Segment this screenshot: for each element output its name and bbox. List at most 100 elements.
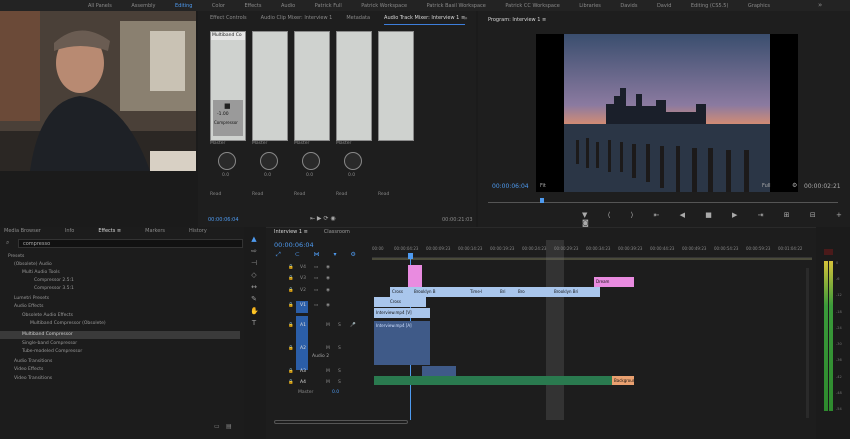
quality-select[interactable]: Full [762,183,771,189]
workspace-tab-editing[interactable]: Editing [175,3,192,9]
track-select-tool-icon[interactable]: ⇨ [250,248,258,255]
tab-markers[interactable]: Markers [145,228,165,237]
track-header-v1[interactable]: V1 🔒 ▭ ◉ [266,301,371,313]
razor-tool-icon[interactable]: ◇ [250,272,258,279]
route-select-2[interactable]: Master [252,141,267,146]
sync-icon[interactable]: ▭ [314,288,318,293]
automation-mode-4[interactable]: Read [336,192,347,197]
eye-icon[interactable]: ◉ [326,288,330,293]
insert-slot[interactable]: Multiband Co [211,32,245,40]
list-item[interactable]: Compressor 2.5:1 [0,277,240,285]
lock-icon[interactable]: 🔒 [288,276,294,281]
selection-tool-icon[interactable]: ▲ [250,236,258,243]
list-item[interactable]: (Obsolete) Audio [0,261,240,269]
tab-interview-1[interactable]: Interview 1 ≡ [274,229,308,235]
sync-icon[interactable]: ▭ [314,303,318,308]
automation-mode-1[interactable]: Read [210,192,221,197]
timeline-clip[interactable] [530,287,552,297]
list-item[interactable]: Single-band Compressor [0,340,240,348]
tab-media-browser[interactable]: Media Browser [4,228,41,237]
panel-overflow-icon[interactable]: » [464,15,468,22]
tab-effects[interactable]: Effects ≡ [98,228,121,237]
workspace-tab-audio[interactable]: Audio [281,3,295,9]
slip-tool-icon[interactable]: ↔ [250,284,258,291]
workspace-tab-effects[interactable]: Effects [244,3,261,9]
lock-icon[interactable]: 🔒 [288,346,294,351]
program-viewer[interactable] [536,34,798,192]
workspace-tab-libraries[interactable]: Libraries [579,3,601,9]
list-item[interactable]: Compressor 3.5:1 [0,285,240,293]
type-tool-icon[interactable]: T [250,320,258,327]
list-item[interactable]: Multiband Compressor (Obsolete) [0,320,240,328]
new-folder-icon[interactable]: ▭ [214,423,220,430]
mute-button[interactable]: M [326,323,330,328]
pan-knob-3[interactable] [302,152,320,170]
timeline-clip[interactable]: Background [612,376,634,385]
pan-knob-4[interactable] [344,152,362,170]
timeline-options-icons[interactable]: ⤢ ⊂ ⋈ ▾ ⚙ [276,251,362,259]
workspace-tab-all-panels[interactable]: All Panels [88,3,112,9]
list-item[interactable]: Presets [0,253,240,261]
mixer-strip-4[interactable] [336,31,372,141]
trash-icon[interactable]: ▤ [226,423,232,430]
wrench-icon[interactable]: ⚙ [792,182,797,189]
timeline-clip[interactable]: Cross [390,287,412,297]
mute-button[interactable]: M [326,369,330,374]
tab-audio-clip-mixer[interactable]: Audio Clip Mixer: Interview 1 [261,15,333,25]
timeline-clip[interactable] [374,297,388,307]
timeline-timecode[interactable]: 00:00:06:04 [274,241,314,249]
workspace-tab-color[interactable]: Color [212,3,225,9]
timeline-clip[interactable] [454,287,468,297]
timeline-clip[interactable]: Cross [388,297,426,307]
tab-effect-controls[interactable]: Effect Controls [210,15,247,25]
timeline-clip[interactable]: Bro [516,287,530,297]
mute-button[interactable]: M [326,380,330,385]
list-item[interactable]: Audio Effects [0,303,240,311]
zoom-select[interactable]: Fit [540,183,546,189]
timeline-clip[interactable] [422,366,456,376]
effects-search-input[interactable]: compresso [18,239,243,248]
workspace-tab-assembly[interactable]: Assembly [131,3,155,9]
list-item[interactable]: Video Effects [0,366,240,374]
timeline-clip[interactable] [374,376,634,385]
eye-icon[interactable]: ◉ [326,276,330,281]
timeline-clip[interactable]: Brooklyn B [412,287,454,297]
lock-icon[interactable]: 🔒 [288,303,294,308]
route-select-3[interactable]: Master [294,141,309,146]
solo-button[interactable]: S [338,369,341,374]
list-item[interactable]: Obsolete Audio Effects [0,312,240,320]
hand-tool-icon[interactable]: ✋ [250,308,259,315]
workspace-tab-patrick-full[interactable]: Patrick Full [315,3,342,9]
workspace-tab-patrick-workspace[interactable]: Patrick Workspace [361,3,407,9]
ripple-edit-tool-icon[interactable]: ⊣ [250,260,258,267]
work-area-bar[interactable] [372,258,812,260]
solo-button[interactable]: S [338,323,341,328]
vertical-scrollbar[interactable] [806,268,809,418]
master-value[interactable]: 0.0 [332,390,339,395]
list-item-selected[interactable]: Multiband Compressor [0,331,240,339]
mixer-strip-1[interactable]: Multiband Co -1.00 Compressor ■ [210,31,246,141]
tab-audio-track-mixer[interactable]: Audio Track Mixer: Interview 1 ≡ [384,15,466,25]
lock-icon[interactable]: 🔒 [288,323,294,328]
timeline-scrollbar[interactable] [274,420,408,424]
program-timecode[interactable]: 00:00:06:04 [492,183,529,190]
tab-metadata[interactable]: Metadata [346,15,370,25]
pan-knob-1[interactable] [218,152,236,170]
pen-tool-icon[interactable]: ✎ [250,296,258,303]
mixer-strip-5[interactable] [378,31,414,141]
list-item[interactable]: Tube-modeled Compressor [0,348,240,356]
workspace-tab-patrick-basil[interactable]: Patrick Basil Workspace [427,3,486,9]
workspace-tab-editing-cs55[interactable]: Editing (CS5.5) [691,3,729,9]
sync-icon[interactable]: ▭ [314,276,318,281]
lock-icon[interactable]: 🔒 [288,265,294,270]
mixer-transport[interactable]: ⇤ ▶ ⟳ ◉ [310,215,336,222]
lock-icon[interactable]: 🔒 [288,288,294,293]
route-select-1[interactable]: Master [210,141,225,146]
lock-icon[interactable]: 🔒 [288,380,294,385]
tab-history[interactable]: History [189,228,207,237]
add-button-icon[interactable]: + [836,211,842,219]
timeline-clip[interactable]: Interview.mp4 [A] [374,321,430,365]
timeline-clip[interactable]: Dream [594,277,634,287]
timeline-clip[interactable]: Bri [498,287,516,297]
playhead-handle[interactable] [408,253,413,259]
